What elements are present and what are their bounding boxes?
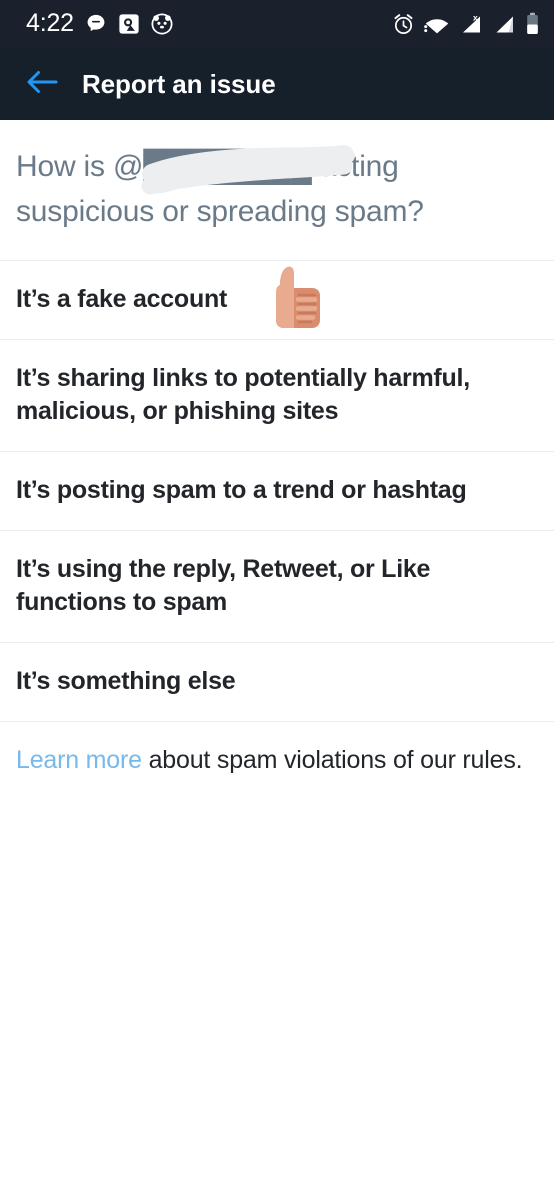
learn-more-link[interactable]: Learn more <box>16 746 142 774</box>
signal-bars-icon <box>494 13 516 35</box>
status-bar: 4:22 x <box>0 0 554 48</box>
back-button[interactable] <box>14 56 70 112</box>
option-label: It’s posting spam to a trend or hashtag <box>16 476 467 504</box>
alarm-clock-icon <box>392 13 415 36</box>
question-block: How is @████████ acting suspicious or sp… <box>0 120 554 260</box>
option-label: It’s using the reply, Retweet, or Like f… <box>16 555 431 616</box>
option-fake-account[interactable]: It’s a fake account <box>0 261 554 339</box>
option-something-else[interactable]: It’s something else <box>0 643 554 721</box>
option-harmful-links[interactable]: It’s sharing links to potentially harmfu… <box>0 340 554 451</box>
option-label: It’s sharing links to potentially harmfu… <box>16 364 470 425</box>
option-label: It’s something else <box>16 667 236 695</box>
wifi-no-internet-icon <box>424 13 450 35</box>
learn-more-text: Learn more about spam violations of our … <box>16 744 538 777</box>
svg-text:x: x <box>473 13 478 23</box>
back-arrow-icon <box>25 67 59 102</box>
status-bar-left: 4:22 <box>26 8 173 38</box>
page-title: Report an issue <box>82 68 276 99</box>
question-text: How is @████████ acting suspicious or sp… <box>16 150 424 228</box>
message-bubble-icon <box>85 13 107 35</box>
signal-no-sim-icon: x <box>459 13 485 35</box>
option-spam-trend-hashtag[interactable]: It’s posting spam to a trend or hashtag <box>0 452 554 530</box>
battery-icon <box>525 12 540 36</box>
panda-app-icon <box>151 13 173 35</box>
option-reply-retweet-like-spam[interactable]: It’s using the reply, Retweet, or Like f… <box>0 531 554 642</box>
status-bar-right: x <box>392 12 540 36</box>
app-bar: Report an issue <box>0 48 554 120</box>
app-screen: 4:22 x Report an issue How is @████████ … <box>0 0 554 1200</box>
option-label: It’s a fake account <box>16 285 228 313</box>
report-form: How is @████████ acting suspicious or sp… <box>0 120 554 801</box>
learn-more-rest: about spam violations of our rules. <box>141 746 523 774</box>
photos-app-icon <box>118 13 140 35</box>
learn-more-row: Learn more about spam violations of our … <box>0 722 554 801</box>
status-bar-clock: 4:22 <box>26 8 74 37</box>
